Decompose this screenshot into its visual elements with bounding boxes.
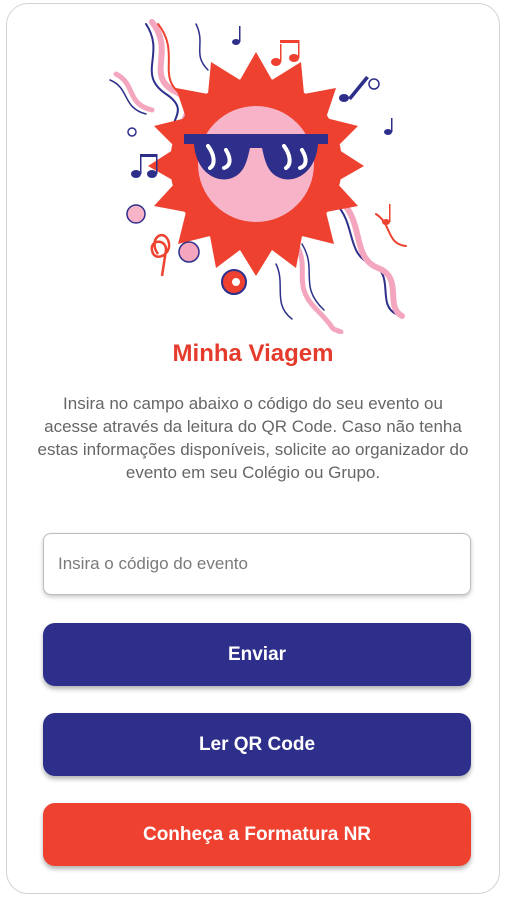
sun-sunglasses-illustration xyxy=(109,19,407,334)
instructions-text: Insira no campo abaixo o código do seu e… xyxy=(37,394,469,482)
event-code-input[interactable] xyxy=(43,533,471,595)
formatura-nr-button[interactable]: Conheça a Formatura NR xyxy=(43,803,471,866)
page-title: Minha Viagem xyxy=(172,340,334,367)
send-button[interactable]: Enviar xyxy=(43,623,471,686)
read-qr-code-button[interactable]: Ler QR Code xyxy=(43,713,471,776)
